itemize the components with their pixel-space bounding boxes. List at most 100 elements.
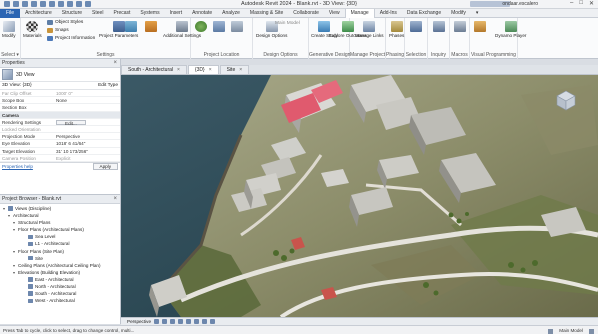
property-value[interactable]: Explicit [54,155,120,161]
expand-toggle-icon[interactable]: ▾ [7,212,11,219]
type-selector[interactable]: 3D View [0,68,120,82]
expand-toggle-icon[interactable]: ▾ [12,262,16,269]
property-value[interactable]: 1018' 6 41/64" [54,140,120,146]
reveal-hidden-icon[interactable] [210,319,216,324]
viewcube[interactable] [555,89,577,111]
phases-button[interactable]: Phases [389,21,404,38]
property-value[interactable]: Perspective [54,133,120,139]
selection-button[interactable] [410,21,422,33]
filter-icon[interactable] [589,329,594,334]
tab-insert[interactable]: Insert [165,9,188,18]
browser-tree-item[interactable]: West - Architectural [0,297,120,304]
tab-modify[interactable]: Modify [446,9,471,18]
temporary-hide-icon[interactable] [202,319,208,324]
project-information-button[interactable]: Project Information [47,36,95,41]
tab-collaborate[interactable]: Collaborate [288,9,324,18]
browser-tree-item[interactable]: ▾ Floor Plans (Site Plan) [0,248,120,255]
expand-toggle-icon[interactable]: ▾ [12,269,16,276]
maximize-button[interactable]: □ [579,0,583,7]
tab-data-exchange[interactable]: Data Exchange [402,9,446,18]
inquiry-button[interactable] [433,21,445,33]
expand-toggle-icon[interactable]: ▾ [2,205,6,212]
browser-tree-item[interactable]: ▾ Elevations (Building Elevation) [0,269,120,276]
close-tab-icon[interactable]: × [177,66,180,74]
tab-systems[interactable]: Systems [135,9,164,18]
tab-massing-site[interactable]: Massing & Site [245,9,288,18]
browser-tree-item[interactable]: North - Architectural [0,283,120,290]
sun-path-icon[interactable] [162,319,168,324]
main-model-dropdown[interactable]: Main Model [275,21,300,26]
dynamo-player-button[interactable]: Dynamo Player [495,21,526,38]
property-value[interactable]: 1000' 0" [54,90,120,96]
property-value[interactable]: Edit... [54,119,120,125]
property-value[interactable] [54,126,120,132]
property-value[interactable]: None [54,97,120,103]
browser-tree-item[interactable]: ▾ Ceiling Plans (Architectural Ceiling Pl… [0,262,120,269]
worksets-icon[interactable] [548,329,554,334]
browser-tree-item[interactable]: ▾ Views (Discipline) [0,205,120,212]
browser-tree-item[interactable]: Sea Level [0,233,120,240]
tab-structure[interactable]: Structure [57,9,87,18]
rendering-settings-edit-button[interactable]: Edit... [56,119,86,125]
tab-precast[interactable]: Precast [108,9,135,18]
browser-tree-item[interactable]: East - Architectural [0,276,120,283]
browser-tree-item[interactable]: ▾ Structural Plans [0,219,120,226]
edit-type-button[interactable]: Edit Type [98,83,118,88]
tab-file[interactable]: File [0,8,21,18]
tab-site[interactable]: Site × [219,65,250,74]
properties-help-link[interactable]: Properties help [2,164,33,169]
tab-add-ins[interactable]: Add-Ins [375,9,402,18]
property-value[interactable]: 31' 10 173/256" [54,148,120,154]
manage-links-button[interactable]: Manage Links [355,21,384,38]
ribbon-options-chevron[interactable]: ▾ [471,9,484,18]
browser-tree-item[interactable]: South - Architectural [0,290,120,297]
projection-mode[interactable]: Perspective [127,319,151,324]
tab-3d[interactable]: {3D} × [187,65,219,74]
position-button[interactable] [231,21,243,33]
modify-button[interactable]: Modify [2,21,16,38]
visual-style-icon[interactable] [154,319,160,324]
browser-tree-item[interactable]: L1 - Architectural [0,240,120,247]
ribbon-panel: Modify Select ▾ Materials Object Styles … [0,18,598,59]
dynamo-button[interactable] [474,21,486,33]
close-icon[interactable]: × [113,59,117,68]
browser-tree-item[interactable]: ▾ Floor Plans (Architectural Plans) [0,226,120,233]
tab-annotate[interactable]: Annotate [187,9,217,18]
view-icon [28,277,33,282]
close-icon[interactable]: × [113,195,117,204]
expand-toggle-icon[interactable]: ▾ [12,219,16,226]
close-button[interactable]: ✕ [589,0,594,7]
expand-toggle-icon[interactable]: ▾ [12,248,16,255]
tab-steel[interactable]: Steel [87,9,108,18]
macros-button[interactable] [454,21,466,33]
property-value[interactable] [54,104,120,110]
materials-button[interactable]: Materials [23,21,42,38]
select-dropdown[interactable]: Select ▾ [0,52,20,58]
object-styles-button[interactable]: Object Styles [47,20,83,25]
tab-manage[interactable]: Manage [344,8,375,18]
coordinates-button[interactable] [213,21,225,33]
close-tab-icon[interactable]: × [209,66,212,74]
tab-architecture[interactable]: Architecture [20,9,57,18]
tab-south-architectural[interactable]: South - Architectural × [121,65,187,74]
browser-tree-item[interactable]: ▾ Architectural [0,212,120,219]
snaps-button[interactable]: Snaps [47,28,69,33]
main-model-status[interactable]: Main Model [559,326,583,334]
crop-view-icon[interactable] [194,319,200,324]
browser-tree-item[interactable]: Site [0,255,120,262]
minimize-button[interactable]: – [570,0,573,7]
rendering-icon[interactable] [178,319,184,324]
tab-analyze[interactable]: Analyze [217,9,245,18]
shadows-icon[interactable] [170,319,176,324]
lock-view-icon[interactable] [186,319,192,324]
apply-button[interactable]: Apply [92,162,118,170]
shared-parameters-button[interactable] [125,21,137,33]
transfer-standards-button[interactable] [145,21,157,33]
user-name[interactable]: ondaar.escalero [502,1,538,7]
location-button[interactable] [195,21,207,33]
instance-selector-dropdown[interactable]: 3D View: {3D} [2,83,32,88]
expand-toggle-icon[interactable]: ▾ [12,226,16,233]
tab-view[interactable]: View [324,9,345,18]
3d-viewport[interactable] [121,75,598,317]
close-tab-icon[interactable]: × [239,66,242,74]
